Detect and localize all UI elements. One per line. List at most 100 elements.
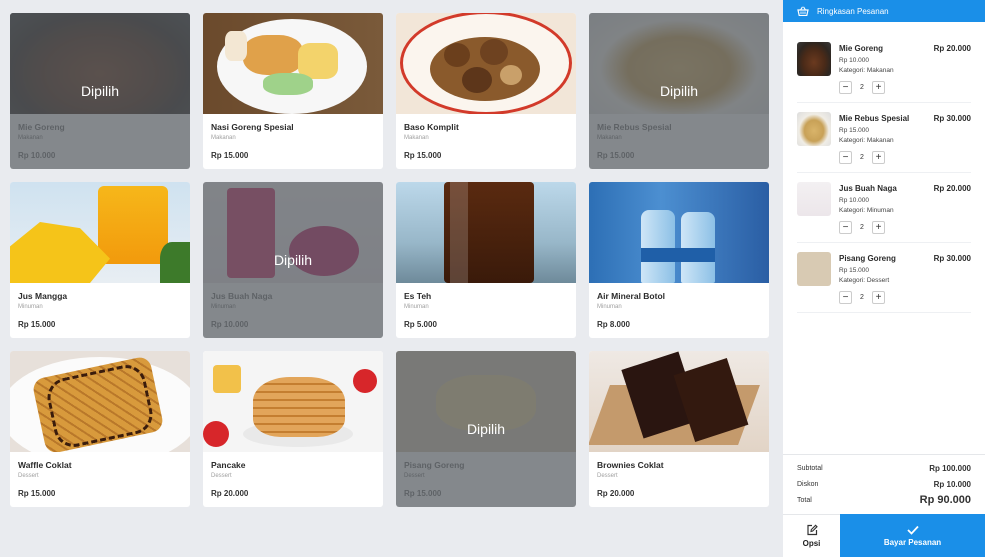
- menu-item-price: Rp 15.000: [18, 320, 56, 329]
- summary-divider: [783, 454, 985, 455]
- quantity-stepper: − 2 +: [839, 221, 885, 234]
- order-item: Jus Buah Naga Rp 10.000 Kategori: Minuman R…: [797, 173, 971, 243]
- order-list: Mie Goreng Rp 10.000 Kategori: Makanan Rp 2…: [783, 33, 985, 313]
- menu-card[interactable]: Brownies Coklat Dessert Rp 20.000: [589, 351, 769, 507]
- menu-card[interactable]: Pancake Dessert Rp 20.000: [203, 351, 383, 507]
- selected-label: Dipilih: [273, 252, 313, 268]
- quantity-stepper: − 2 +: [839, 81, 885, 94]
- decrease-quantity-button[interactable]: −: [839, 291, 852, 304]
- menu-item-category: Minuman: [404, 304, 429, 310]
- order-item-unit-price: Rp 15.000: [839, 127, 869, 134]
- decrease-quantity-button[interactable]: −: [839, 151, 852, 164]
- order-item-image: [797, 182, 831, 216]
- menu-card[interactable]: Jus Mangga Minuman Rp 15.000: [10, 182, 190, 338]
- menu-item-price: Rp 15.000: [211, 151, 249, 160]
- menu-item-category: Makanan: [404, 135, 429, 141]
- order-item-total: Rp 20.000: [933, 44, 971, 53]
- order-item-total: Rp 30.000: [933, 114, 971, 123]
- menu-item-image: [10, 351, 190, 452]
- order-item-name: Jus Buah Naga: [839, 184, 897, 193]
- order-item-unit-price: Rp 10.000: [839, 197, 869, 204]
- increase-quantity-button[interactable]: +: [872, 291, 885, 304]
- menu-item-name: Es Teh: [404, 291, 432, 301]
- quantity-value: 2: [860, 154, 864, 161]
- menu-card[interactable]: Jus Buah NagaMinumanRp 10.000Dipilih: [203, 182, 383, 338]
- menu-item-name: Nasi Goreng Spesial: [211, 122, 294, 132]
- menu-item-name: Brownies Coklat: [597, 460, 664, 470]
- menu-item-info: Baso Komplit Makanan: [396, 114, 576, 169]
- selected-label: Dipilih: [659, 83, 699, 99]
- basket-icon: [797, 6, 809, 16]
- menu-item-price: Rp 20.000: [211, 489, 249, 498]
- order-item-category: Kategori: Makanan: [839, 137, 894, 144]
- order-summary-title: Ringkasan Pesanan: [817, 6, 889, 16]
- order-item-total: Rp 30.000: [933, 254, 971, 263]
- quantity-value: 2: [860, 84, 864, 91]
- selected-label: Dipilih: [80, 83, 120, 99]
- subtotal-label: Subtotal: [797, 464, 823, 472]
- quantity-stepper: − 2 +: [839, 291, 885, 304]
- menu-item-category: Makanan: [211, 135, 236, 141]
- order-item-total: Rp 20.000: [933, 184, 971, 193]
- menu-item-category: Minuman: [597, 304, 622, 310]
- menu-item-name: Waffle Coklat: [18, 460, 72, 470]
- increase-quantity-button[interactable]: +: [872, 81, 885, 94]
- menu-card[interactable]: Nasi Goreng Spesial Makanan Rp 15.000: [203, 13, 383, 169]
- menu-item-info: Jus Mangga Minuman: [10, 283, 190, 338]
- decrease-quantity-button[interactable]: −: [839, 81, 852, 94]
- order-item: Pisang Goreng Rp 15.000 Kategori: Dessert R…: [797, 243, 971, 313]
- menu-item-name: Jus Mangga: [18, 291, 68, 301]
- menu-item-name: Pancake: [211, 460, 246, 470]
- menu-item-category: Minuman: [18, 304, 43, 310]
- discount-row: Diskon Rp 10.000: [797, 476, 971, 492]
- quantity-value: 2: [860, 224, 864, 231]
- order-item: Mie Rebus Spesial Rp 15.000 Kategori: Maka…: [797, 103, 971, 173]
- order-item-image: [797, 112, 831, 146]
- menu-item-name: Air Mineral Botol: [597, 291, 666, 301]
- order-item-name: Mie Goreng: [839, 44, 884, 53]
- menu-item-image: [589, 182, 769, 283]
- order-item-category: Kategori: Dessert: [839, 277, 890, 284]
- price-summary: Subtotal Rp 100.000 Diskon Rp 10.000 Tot…: [797, 460, 971, 508]
- order-item-name: Pisang Goreng: [839, 254, 896, 263]
- total-label: Total: [797, 496, 812, 504]
- menu-item-image: [10, 182, 190, 283]
- selected-overlay: Dipilih: [10, 13, 190, 169]
- menu-card[interactable]: Mie Rebus SpesialMakananRp 15.000Dipilih: [589, 13, 769, 169]
- order-item-category: Kategori: Makanan: [839, 67, 894, 74]
- selected-overlay: Dipilih: [396, 351, 576, 507]
- discount-label: Diskon: [797, 480, 819, 488]
- menu-card[interactable]: Es Teh Minuman Rp 5.000: [396, 182, 576, 338]
- menu-item-category: Dessert: [18, 473, 39, 479]
- menu-item-price: Rp 5.000: [404, 320, 437, 329]
- menu-card[interactable]: Mie GorengMakananRp 10.000Dipilih: [10, 13, 190, 169]
- selected-overlay: Dipilih: [589, 13, 769, 169]
- order-item-image: [797, 42, 831, 76]
- decrease-quantity-button[interactable]: −: [839, 221, 852, 234]
- menu-card[interactable]: Air Mineral Botol Minuman Rp 8.000: [589, 182, 769, 338]
- order-item-name: Mie Rebus Spesial: [839, 114, 910, 123]
- check-icon: [906, 525, 919, 535]
- menu-card[interactable]: Pisang GorengDessertRp 15.000Dipilih: [396, 351, 576, 507]
- selected-overlay: Dipilih: [203, 182, 383, 338]
- increase-quantity-button[interactable]: +: [872, 221, 885, 234]
- options-button[interactable]: Opsi: [783, 514, 840, 557]
- total-row: Total Rp 90.000: [797, 492, 971, 508]
- subtotal-row: Subtotal Rp 100.000: [797, 460, 971, 476]
- edit-icon: [806, 524, 818, 536]
- subtotal-value: Rp 100.000: [929, 463, 971, 473]
- order-item-unit-price: Rp 15.000: [839, 267, 869, 274]
- menu-item-price: Rp 15.000: [18, 489, 56, 498]
- pay-order-label: Bayar Pesanan: [883, 537, 942, 547]
- menu-item-image: [203, 13, 383, 114]
- menu-grid: Mie GorengMakananRp 10.000DipilihNasi Go…: [10, 13, 769, 507]
- menu-item-name: Baso Komplit: [404, 122, 459, 132]
- order-summary-panel: Ringkasan Pesanan Mie Goreng Rp 10.000 Kat…: [783, 0, 985, 557]
- menu-item-info: Waffle Coklat Dessert: [10, 452, 190, 507]
- menu-card[interactable]: Baso Komplit Makanan Rp 15.000: [396, 13, 576, 169]
- increase-quantity-button[interactable]: +: [872, 151, 885, 164]
- pay-order-button[interactable]: Bayar Pesanan: [840, 514, 985, 557]
- selected-label: Dipilih: [466, 421, 506, 437]
- total-value: Rp 90.000: [919, 494, 971, 506]
- menu-card[interactable]: Waffle Coklat Dessert Rp 15.000: [10, 351, 190, 507]
